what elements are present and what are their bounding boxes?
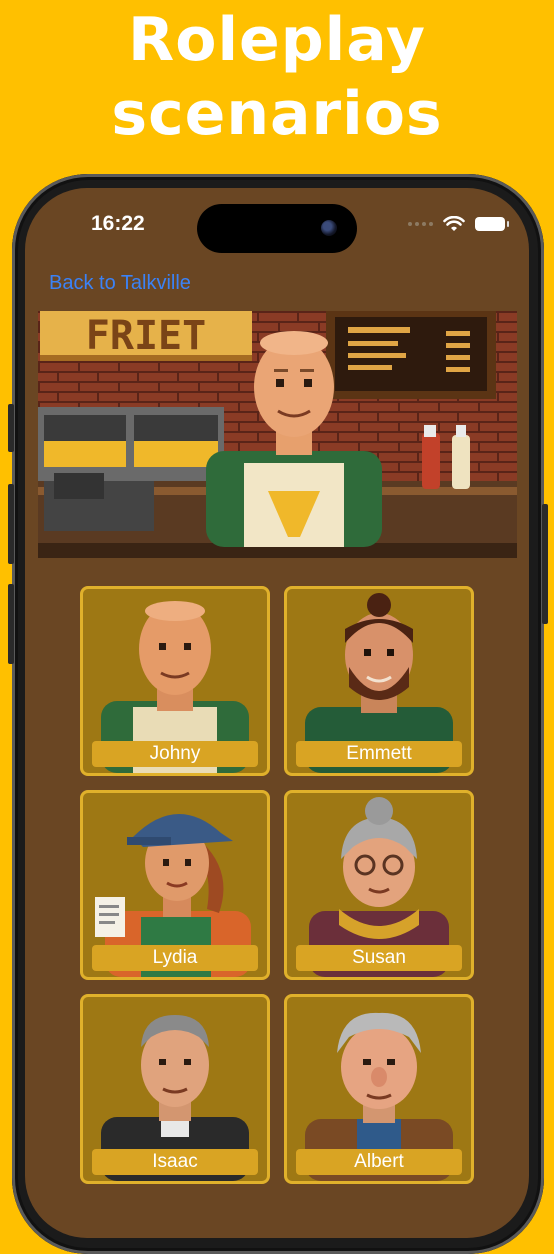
camera-icon [321, 220, 337, 236]
app-screen: 16:22 Back to Talkville FRIET Johny Emme… [25, 188, 529, 1238]
battery-icon [475, 217, 509, 231]
character-card-albert[interactable]: Albert [284, 994, 474, 1184]
character-card-emmett[interactable]: Emmett [284, 586, 474, 776]
character-name: Emmett [296, 741, 462, 767]
status-icons [408, 214, 509, 234]
back-to-talkville-link[interactable]: Back to Talkville [49, 272, 191, 295]
volume-up-button [8, 484, 14, 564]
character-card-isaac[interactable]: Isaac [80, 994, 270, 1184]
character-name: Johny [92, 741, 258, 767]
signal-icon [408, 222, 433, 226]
status-time: 16:22 [91, 212, 145, 235]
dynamic-island [197, 204, 357, 253]
hero-illustration: FRIET [38, 311, 517, 558]
character-name: Susan [296, 945, 462, 971]
character-name: Lydia [92, 945, 258, 971]
headline-line-1: Roleplay [128, 5, 426, 75]
character-card-susan[interactable]: Susan [284, 790, 474, 980]
fries-shop-scene: FRIET [38, 311, 517, 558]
character-name: Albert [296, 1149, 462, 1175]
action-button [8, 404, 14, 452]
headline-line-2: scenarios [111, 79, 443, 149]
volume-down-button [8, 584, 14, 664]
character-card-lydia[interactable]: Lydia [80, 790, 270, 980]
power-button [542, 504, 548, 624]
character-card-johny[interactable]: Johny [80, 586, 270, 776]
friet-sign-text: FRIET [86, 313, 206, 359]
character-name: Isaac [92, 1149, 258, 1175]
wifi-icon [443, 216, 465, 231]
